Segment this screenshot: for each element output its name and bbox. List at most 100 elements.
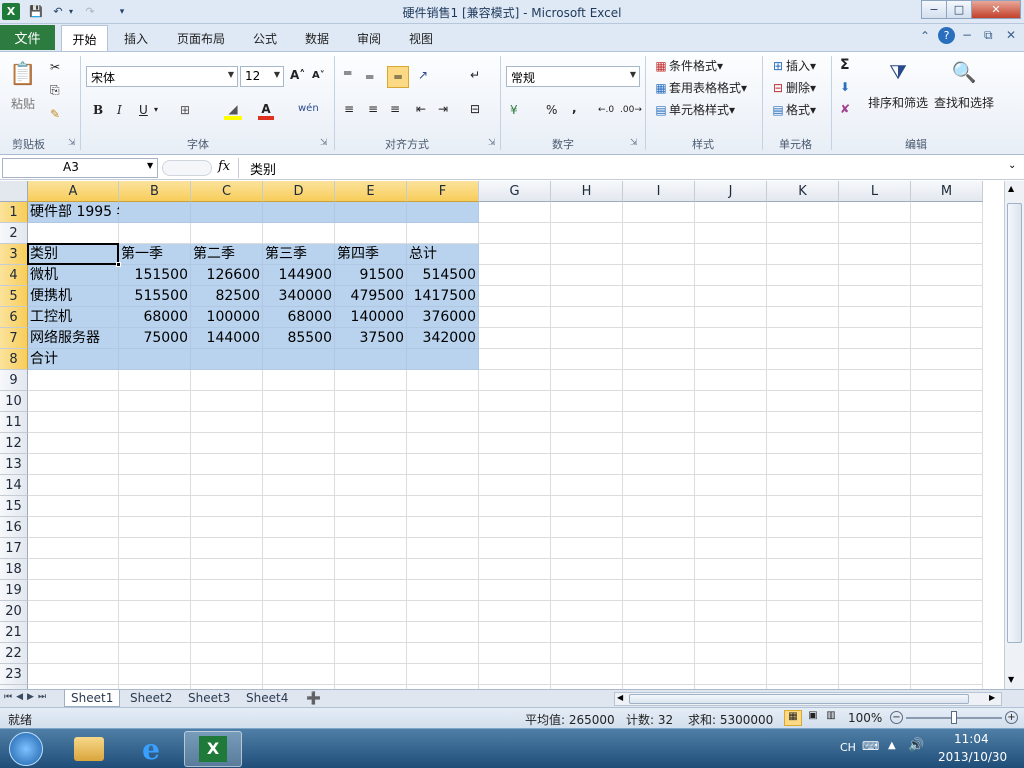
cell-f12[interactable] bbox=[407, 433, 479, 454]
cell-f4[interactable]: 514500 bbox=[407, 265, 479, 286]
bold-button[interactable]: B bbox=[93, 103, 103, 117]
cell-l23[interactable] bbox=[839, 664, 911, 685]
row-header-11[interactable]: 11 bbox=[0, 412, 28, 433]
cell-e12[interactable] bbox=[335, 433, 407, 454]
sort-filter-button[interactable]: 排序和筛选 bbox=[868, 94, 928, 111]
cell-f6[interactable]: 376000 bbox=[407, 307, 479, 328]
cell-a5[interactable]: 便携机 bbox=[28, 286, 119, 307]
cell-i20[interactable] bbox=[623, 601, 695, 622]
cell-c18[interactable] bbox=[191, 559, 263, 580]
cell-h11[interactable] bbox=[551, 412, 623, 433]
tab-view[interactable]: 视图 bbox=[409, 30, 433, 47]
cell-j5[interactable] bbox=[695, 286, 767, 307]
help-icon[interactable]: ? bbox=[938, 27, 955, 44]
row-header-9[interactable]: 9 bbox=[0, 370, 28, 391]
cell-m10[interactable] bbox=[911, 391, 983, 412]
cell-l22[interactable] bbox=[839, 643, 911, 664]
row-header-20[interactable]: 20 bbox=[0, 601, 28, 622]
row-header-16[interactable]: 16 bbox=[0, 517, 28, 538]
sheet-tab-3[interactable]: Sheet3 bbox=[182, 690, 236, 707]
cell-c2[interactable] bbox=[191, 223, 263, 244]
excel-taskbar-icon[interactable]: X bbox=[184, 731, 242, 767]
cell-i16[interactable] bbox=[623, 517, 695, 538]
conditional-formatting-button[interactable]: ▦ 条件格式 ▾ bbox=[653, 57, 723, 74]
formula-input[interactable]: 类别 bbox=[250, 159, 276, 178]
align-center-icon[interactable]: ≡ bbox=[368, 102, 378, 116]
cell-l1[interactable] bbox=[839, 202, 911, 223]
cell-h13[interactable] bbox=[551, 454, 623, 475]
row-header-23[interactable]: 23 bbox=[0, 664, 28, 685]
cell-h7[interactable] bbox=[551, 328, 623, 349]
tab-formulas[interactable]: 公式 bbox=[253, 30, 277, 47]
cell-h6[interactable] bbox=[551, 307, 623, 328]
cell-j1[interactable] bbox=[695, 202, 767, 223]
cell-f13[interactable] bbox=[407, 454, 479, 475]
cell-i19[interactable] bbox=[623, 580, 695, 601]
row-header-1[interactable]: 1 bbox=[0, 202, 28, 223]
cell-i3[interactable] bbox=[623, 244, 695, 265]
find-select-button[interactable]: 查找和选择 bbox=[934, 94, 994, 111]
cell-k17[interactable] bbox=[767, 538, 839, 559]
cell-b6[interactable]: 68000 bbox=[119, 307, 191, 328]
cell-k3[interactable] bbox=[767, 244, 839, 265]
cell-c11[interactable] bbox=[191, 412, 263, 433]
cut-icon[interactable]: ✂ bbox=[50, 60, 60, 74]
cell-c15[interactable] bbox=[191, 496, 263, 517]
cell-g1[interactable] bbox=[479, 202, 551, 223]
column-header-c[interactable]: C bbox=[191, 181, 263, 202]
column-header-f[interactable]: F bbox=[407, 181, 479, 202]
row-header-15[interactable]: 15 bbox=[0, 496, 28, 517]
row-header-10[interactable]: 10 bbox=[0, 391, 28, 412]
internet-explorer-icon[interactable]: e bbox=[122, 731, 180, 767]
volume-icon[interactable]: 🔊 bbox=[908, 738, 924, 753]
column-header-d[interactable]: D bbox=[263, 181, 335, 202]
underline-dropdown-icon[interactable]: ▾ bbox=[154, 105, 158, 114]
start-button[interactable] bbox=[0, 731, 52, 767]
cell-f16[interactable] bbox=[407, 517, 479, 538]
cell-e15[interactable] bbox=[335, 496, 407, 517]
name-box-dropdown-icon[interactable]: ▼ bbox=[147, 161, 153, 170]
cell-i6[interactable] bbox=[623, 307, 695, 328]
cell-h4[interactable] bbox=[551, 265, 623, 286]
cell-m14[interactable] bbox=[911, 475, 983, 496]
font-size-select[interactable]: 12 ▼ bbox=[240, 66, 284, 87]
sheet-tab-1[interactable]: Sheet1 bbox=[64, 690, 121, 707]
cell-i15[interactable] bbox=[623, 496, 695, 517]
insert-cells-button[interactable]: ⊞ 插入 ▾ bbox=[770, 57, 816, 74]
cell-c23[interactable] bbox=[191, 664, 263, 685]
cell-a16[interactable] bbox=[28, 517, 119, 538]
cell-k22[interactable] bbox=[767, 643, 839, 664]
cell-j14[interactable] bbox=[695, 475, 767, 496]
workbook-minimize-icon[interactable]: − bbox=[962, 28, 972, 42]
cell-m18[interactable] bbox=[911, 559, 983, 580]
cell-d1[interactable] bbox=[263, 202, 335, 223]
cell-m11[interactable] bbox=[911, 412, 983, 433]
cell-h17[interactable] bbox=[551, 538, 623, 559]
keyboard-icon[interactable]: ⌨ bbox=[862, 739, 879, 753]
format-cells-button[interactable]: ▤ 格式 ▾ bbox=[770, 101, 816, 118]
cell-b20[interactable] bbox=[119, 601, 191, 622]
cell-l3[interactable] bbox=[839, 244, 911, 265]
cell-h10[interactable] bbox=[551, 391, 623, 412]
cell-styles-button[interactable]: ▤ 单元格样式 ▾ bbox=[653, 101, 735, 118]
merge-center-icon[interactable]: ⊟ bbox=[470, 102, 480, 116]
cell-a20[interactable] bbox=[28, 601, 119, 622]
cell-k2[interactable] bbox=[767, 223, 839, 244]
align-right-icon[interactable]: ≡ bbox=[390, 102, 400, 116]
cell-c10[interactable] bbox=[191, 391, 263, 412]
row-header-7[interactable]: 7 bbox=[0, 328, 28, 349]
cell-i22[interactable] bbox=[623, 643, 695, 664]
cell-e4[interactable]: 91500 bbox=[335, 265, 407, 286]
ribbon-collapse-icon[interactable]: ⌃ bbox=[920, 29, 930, 43]
cell-l19[interactable] bbox=[839, 580, 911, 601]
cell-i17[interactable] bbox=[623, 538, 695, 559]
cell-m21[interactable] bbox=[911, 622, 983, 643]
sort-filter-icon[interactable]: ⧩ bbox=[880, 56, 916, 88]
cell-a10[interactable] bbox=[28, 391, 119, 412]
cell-i18[interactable] bbox=[623, 559, 695, 580]
cell-d7[interactable]: 85500 bbox=[263, 328, 335, 349]
cell-m16[interactable] bbox=[911, 517, 983, 538]
cell-h1[interactable] bbox=[551, 202, 623, 223]
cell-k21[interactable] bbox=[767, 622, 839, 643]
sheet-tab-2[interactable]: Sheet2 bbox=[124, 690, 178, 707]
